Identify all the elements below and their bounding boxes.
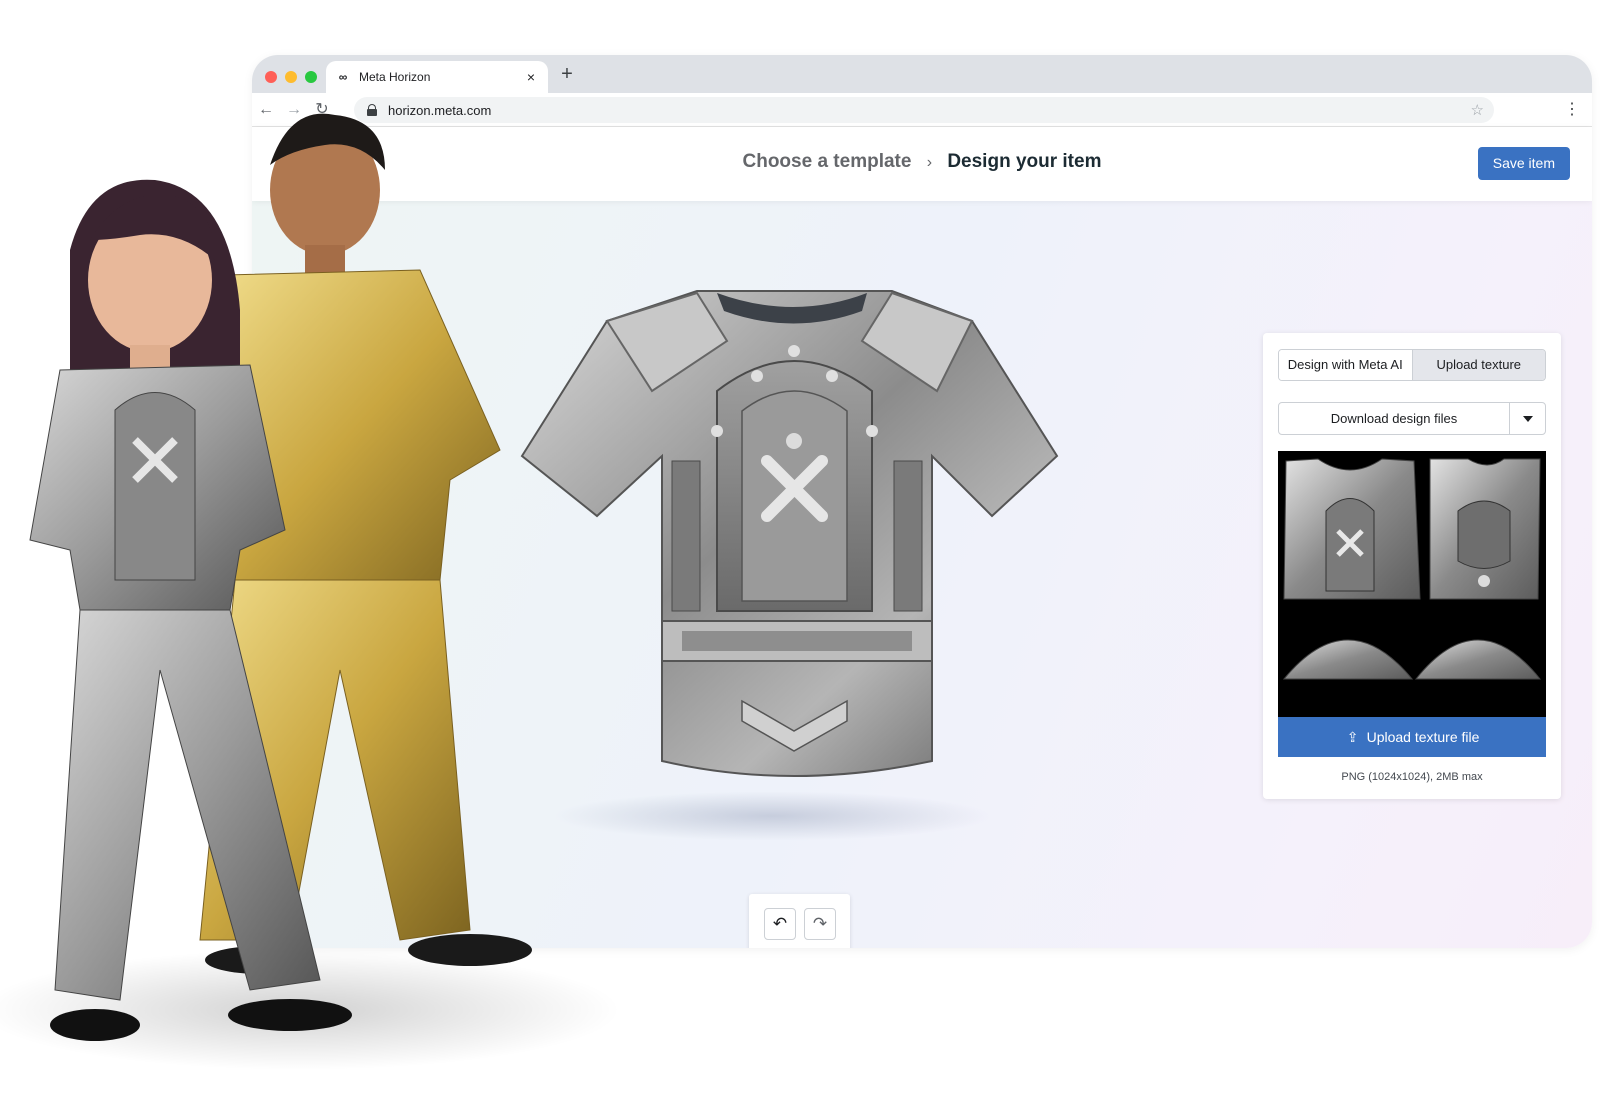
window-close-dot[interactable] [265, 71, 277, 83]
design-mode-toggle: Design with Meta AI Upload texture [1278, 349, 1546, 381]
chevron-right-icon: › [926, 154, 933, 171]
tab-title: Meta Horizon [359, 70, 431, 84]
browser-tabstrip: ∞ Meta Horizon × + [252, 55, 1592, 93]
browser-menu-icon[interactable]: ⋮ [1564, 100, 1580, 120]
upload-texture-file-button[interactable]: ⇪ Upload texture file [1278, 717, 1546, 757]
marketing-stage: ∞ Meta Horizon × + ← → ↻ horizon.meta.co… [0, 0, 1606, 1098]
tab-design-with-meta-ai[interactable]: Design with Meta AI [1279, 350, 1412, 380]
upload-texture-file-label: Upload texture file [1366, 729, 1480, 745]
upload-format-hint: PNG (1024x1024), 2MB max [1341, 771, 1483, 783]
tab-close-icon[interactable]: × [524, 69, 538, 85]
download-design-files-button[interactable]: Download design files [1279, 403, 1509, 434]
save-item-button[interactable]: Save item [1477, 147, 1570, 180]
new-tab-icon[interactable]: + [556, 64, 578, 86]
window-maximize-dot[interactable] [305, 71, 317, 83]
redo-button[interactable]: ↷ [804, 908, 836, 940]
browser-tab[interactable]: ∞ Meta Horizon × [326, 61, 548, 93]
chevron-down-icon[interactable] [1509, 403, 1545, 434]
upload-icon: ⇪ [1346, 729, 1359, 745]
window-minimize-dot[interactable] [285, 71, 297, 83]
undo-redo-toolbar: ↶ ↷ [749, 894, 850, 948]
meta-favicon-icon: ∞ [338, 70, 348, 84]
download-design-files-dropdown: Download design files [1278, 402, 1546, 435]
undo-button[interactable]: ↶ [764, 908, 796, 940]
tab-upload-texture[interactable]: Upload texture [1411, 350, 1545, 380]
bookmark-star-icon[interactable]: ☆ [1471, 101, 1484, 119]
avatar-characters-illustration [0, 110, 640, 1098]
design-panel: Design with Meta AI Upload texture Downl… [1263, 333, 1561, 799]
breadcrumb-choose-template[interactable]: Choose a template [743, 151, 912, 172]
breadcrumb-design-item: Design your item [947, 151, 1102, 172]
texture-preview-image [1278, 451, 1546, 717]
